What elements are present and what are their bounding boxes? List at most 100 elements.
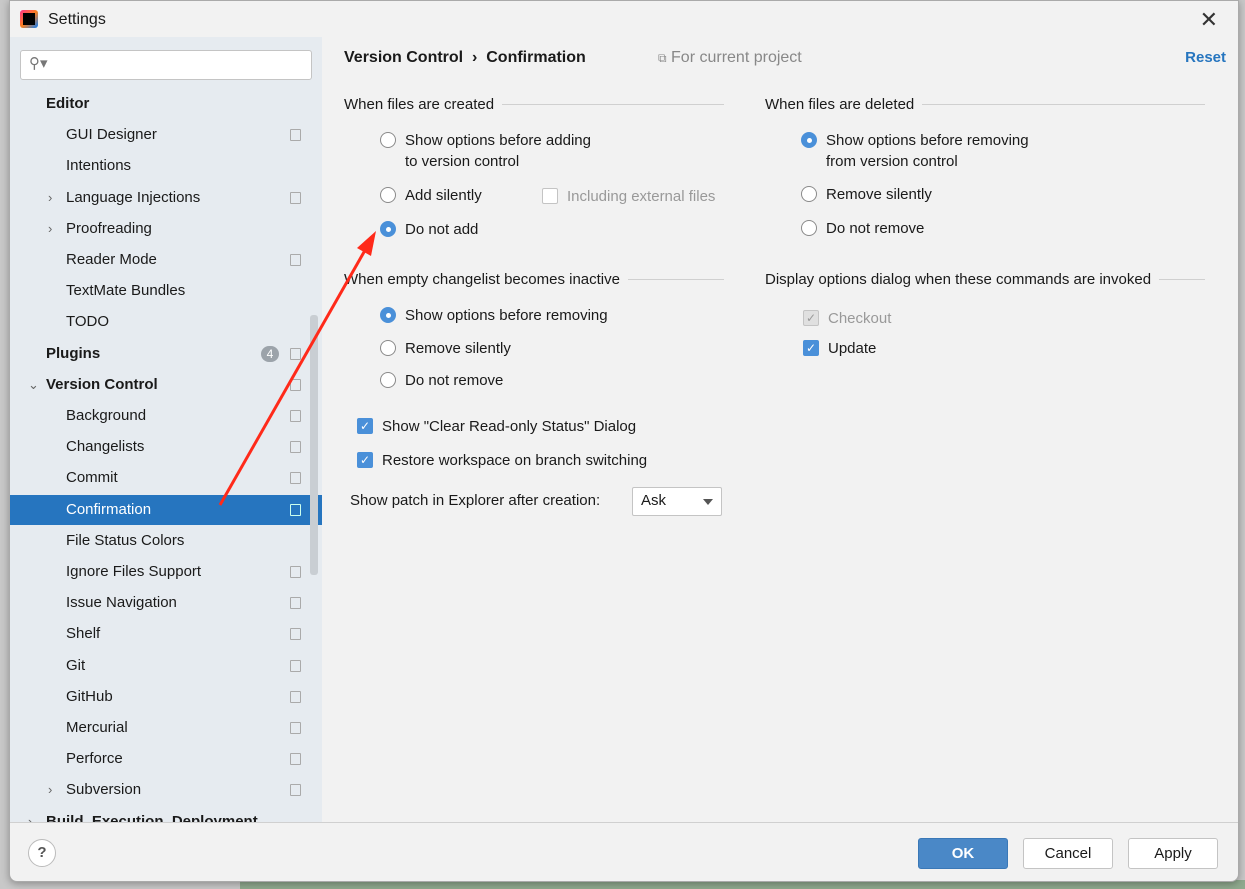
sidebar-item-label: Subversion — [66, 781, 142, 799]
sidebar-item[interactable]: Ignore Files Support — [10, 557, 322, 587]
sidebar-item[interactable]: File Status Colors — [10, 526, 322, 556]
sidebar-item[interactable]: › Build, Execution, Deployment — [10, 807, 322, 822]
update-checkbox[interactable]: ✓ Update — [803, 338, 876, 359]
radio-label: Show options before adding to version co… — [405, 132, 591, 170]
deleted-radio-option[interactable]: Show options before removing from versio… — [801, 130, 1029, 172]
checkbox-label: Checkout — [828, 310, 892, 327]
sidebar-item[interactable]: Git — [10, 651, 322, 681]
deleted-radio-option[interactable]: Remove silently — [801, 184, 932, 205]
sidebar-item[interactable]: TODO — [10, 307, 322, 337]
radio-button[interactable] — [380, 372, 396, 388]
radio-button[interactable] — [380, 187, 396, 203]
radio-label: Do not remove — [826, 220, 925, 237]
dropdown-value: Ask — [641, 492, 667, 509]
checkbox-label: Show "Clear Read-only Status" Dialog — [382, 418, 637, 435]
sidebar-item[interactable]: TextMate Bundles — [10, 276, 322, 306]
changelist-radio-option[interactable]: Do not remove — [380, 370, 504, 391]
clear-readonly-checkbox[interactable]: ✓ Show "Clear Read-only Status" Dialog — [357, 416, 637, 437]
section-empty-changelist: When empty changelist becomes inactive — [344, 271, 724, 288]
sidebar-item-label: Plugins — [46, 344, 101, 362]
sidebar-item[interactable]: Mercurial — [10, 713, 322, 743]
project-scope-icon — [290, 191, 301, 204]
sidebar-item-label: Changelists — [66, 438, 145, 456]
section-title: When files are created — [344, 96, 495, 113]
changelist-radio-option[interactable]: Show options before removing — [380, 305, 608, 326]
radio-label: Remove silently — [826, 186, 932, 203]
sidebar-item-label: Mercurial — [66, 719, 128, 736]
radio-button[interactable] — [380, 132, 396, 148]
checkbox[interactable]: ✓ — [357, 452, 373, 468]
patch-dropdown[interactable]: Ask — [632, 487, 722, 516]
radio-button[interactable] — [801, 220, 817, 236]
sidebar-scrollbar[interactable] — [310, 315, 318, 575]
count-badge: 4 — [261, 345, 279, 362]
checkbox[interactable]: ✓ — [803, 340, 819, 356]
checkbox[interactable]: ✓ — [357, 418, 373, 434]
sidebar-item-label: Shelf — [66, 625, 101, 643]
sidebar-item[interactable]: Plugins 4 — [10, 339, 322, 369]
chevron-right-icon[interactable]: › — [48, 183, 52, 213]
sidebar-item-label: File Status Colors — [66, 531, 185, 549]
sidebar-item-label: Build, Execution, Deployment — [46, 812, 258, 822]
search-icon: ⚲▾ — [29, 55, 48, 72]
created-radio-option[interactable]: Show options before adding to version co… — [380, 130, 591, 172]
for-current-project: ⧉ For current project — [658, 49, 802, 67]
sidebar-item[interactable]: Reader Mode — [10, 245, 322, 275]
sidebar-item[interactable]: Background — [10, 401, 322, 431]
radio-button[interactable] — [380, 340, 396, 356]
project-scope-icon — [290, 566, 301, 578]
created-radio-option[interactable]: Add silently — [380, 185, 482, 206]
project-scope-icon — [290, 441, 301, 454]
close-button[interactable]: ✕ — [1200, 7, 1218, 33]
radio-label: Show options before removing — [405, 307, 608, 324]
radio-label: Do not remove — [405, 372, 504, 389]
checkbox[interactable] — [542, 188, 558, 204]
sidebar-item[interactable]: Perforce — [10, 744, 322, 774]
search-input[interactable]: ⚲▾ — [20, 50, 312, 80]
sidebar-item[interactable]: Issue Navigation — [10, 588, 322, 618]
sidebar-item[interactable]: Editor — [10, 89, 322, 119]
radio-button[interactable] — [380, 221, 396, 237]
project-scope-icon — [290, 347, 301, 360]
chevron-right-icon[interactable]: › — [48, 775, 52, 805]
reset-link[interactable]: Reset — [1185, 49, 1226, 66]
sidebar-item[interactable]: Changelists — [10, 432, 322, 462]
sidebar-item[interactable]: Commit — [10, 463, 322, 493]
radio-button[interactable] — [801, 132, 817, 148]
sidebar-item[interactable]: GUI Designer — [10, 120, 322, 150]
sidebar-item[interactable]: › Language Injections — [10, 183, 322, 213]
section-files-deleted: When files are deleted — [765, 96, 1205, 113]
sidebar-item[interactable]: Intentions — [10, 151, 322, 181]
sidebar-item-label: Proofreading — [66, 219, 152, 237]
chevron-down-icon[interactable]: ⌄ — [28, 370, 39, 400]
sidebar-item[interactable]: Confirmation — [10, 494, 322, 525]
changelist-radio-option[interactable]: Remove silently — [380, 338, 511, 359]
sidebar-item[interactable]: › Subversion — [10, 775, 322, 805]
breadcrumb-confirmation: Confirmation — [486, 49, 586, 66]
help-button[interactable]: ? — [28, 839, 56, 867]
sidebar-item[interactable]: GitHub — [10, 682, 322, 712]
checkbox: ✓ — [803, 310, 819, 326]
chevron-right-icon[interactable]: › — [28, 807, 32, 822]
chevron-right-icon[interactable]: › — [48, 214, 52, 244]
radio-label: Remove silently — [405, 340, 511, 357]
radio-button[interactable] — [801, 186, 817, 202]
including-external-files-checkbox[interactable]: Including external files — [542, 186, 716, 207]
sidebar-item-label: Ignore Files Support — [66, 563, 202, 580]
checkbox-label: Including external files — [567, 188, 716, 205]
breadcrumb-separator: › — [472, 49, 478, 66]
chevron-down-icon — [703, 499, 713, 510]
radio-button[interactable] — [380, 307, 396, 323]
breadcrumb-version-control[interactable]: Version Control — [344, 49, 463, 66]
created-radio-option[interactable]: Do not add — [380, 219, 479, 240]
restore-workspace-checkbox[interactable]: ✓ Restore workspace on branch switching — [357, 450, 647, 471]
radio-label: Do not add — [405, 221, 479, 238]
sidebar-item[interactable]: ⌄ Version Control — [10, 370, 322, 400]
sidebar-item[interactable]: Shelf — [10, 619, 322, 649]
cancel-button[interactable]: Cancel — [1023, 838, 1113, 869]
sidebar-item[interactable]: › Proofreading — [10, 214, 322, 244]
sidebar: ⚲▾ Editor GUI Designer Intentions › Language… — [10, 37, 322, 822]
ok-button[interactable]: OK — [918, 838, 1008, 869]
apply-button[interactable]: Apply — [1128, 838, 1218, 869]
deleted-radio-option[interactable]: Do not remove — [801, 218, 925, 239]
